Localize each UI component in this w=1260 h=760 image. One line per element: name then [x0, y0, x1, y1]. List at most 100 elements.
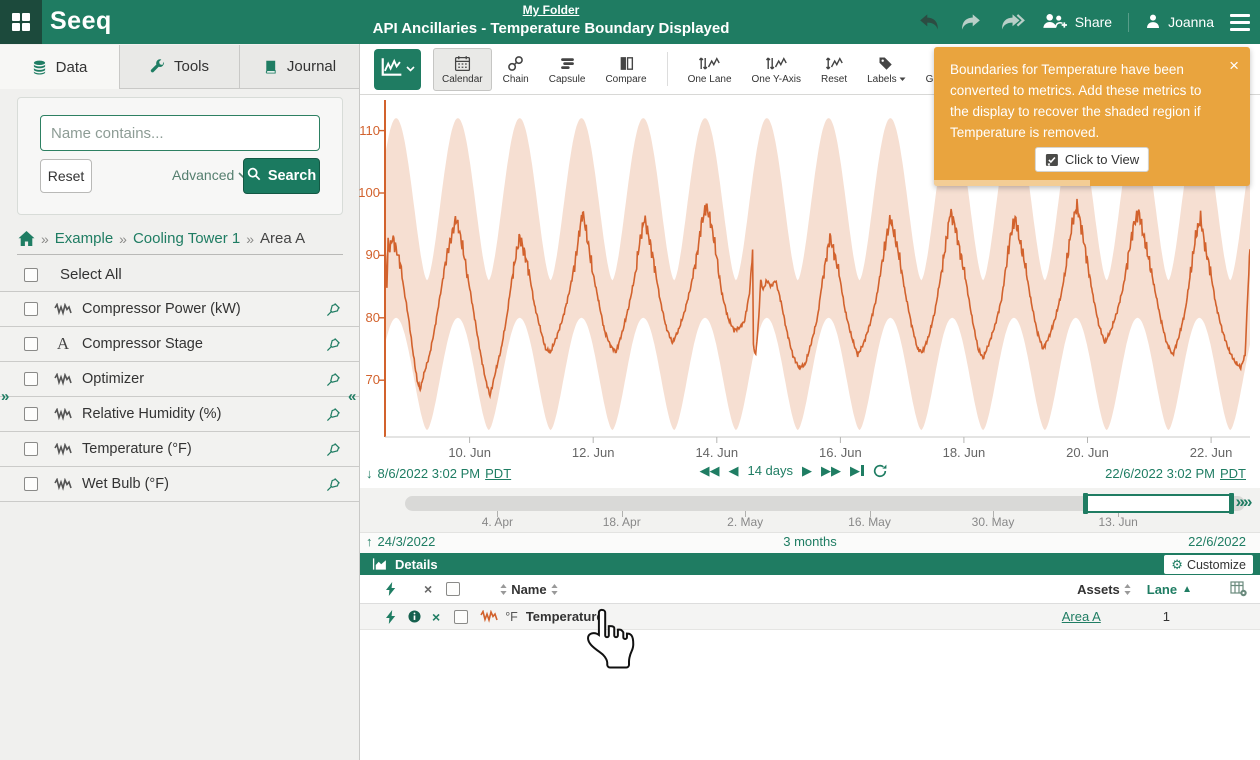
breadcrumb-link[interactable]: Cooling Tower 1	[133, 230, 240, 247]
column-name[interactable]: Name	[511, 582, 546, 597]
forward-icon[interactable]	[998, 13, 1026, 32]
user-menu[interactable]: Joanna	[1128, 13, 1214, 32]
pin-icon[interactable]	[326, 302, 341, 317]
hand-cursor	[578, 606, 636, 672]
signal-row[interactable]: Temperature (°F)	[0, 432, 359, 467]
asset-link[interactable]: Area A	[1062, 609, 1101, 624]
sort-icon[interactable]	[551, 584, 558, 595]
signal-row[interactable]: Optimizer	[0, 362, 359, 397]
tab-data[interactable]: Data	[0, 45, 120, 89]
breadcrumb-link[interactable]: Example	[55, 230, 113, 247]
sort-asc-icon[interactable]: ▲	[1182, 584, 1192, 595]
undo-icon[interactable]	[918, 13, 942, 32]
click-to-view-button[interactable]: Click to View	[1035, 147, 1149, 172]
search-input[interactable]	[40, 115, 320, 151]
signal-checkbox[interactable]	[24, 442, 38, 456]
step-forward-fast-icon[interactable]: ▶▶	[821, 464, 841, 477]
signal-label: Compressor Stage	[82, 336, 203, 352]
column-lane[interactable]: Lane	[1147, 582, 1177, 597]
duration-label[interactable]: 14 days	[747, 463, 793, 478]
home-icon[interactable]	[18, 231, 35, 246]
remove-icon[interactable]: ×	[432, 610, 440, 624]
reset-button[interactable]: Reset	[812, 48, 856, 91]
pin-icon[interactable]	[326, 442, 341, 457]
select-all-rows-checkbox[interactable]	[446, 582, 460, 596]
seeq-logo[interactable]: Seeq	[50, 7, 112, 36]
signal-row[interactable]: Compressor Power (kW)	[0, 292, 359, 327]
signal-icon	[54, 303, 72, 316]
my-folder-link[interactable]: My Folder	[373, 3, 730, 17]
tab-journal[interactable]: Journal	[240, 45, 359, 89]
header-actions: Share Joanna	[918, 0, 1250, 44]
toolbar-separator	[667, 52, 668, 86]
reset-button[interactable]: Reset	[40, 159, 92, 193]
signal-checkbox[interactable]	[24, 372, 38, 386]
timezone-link[interactable]: PDT	[485, 466, 511, 481]
capsule-button[interactable]: Capsule	[540, 48, 595, 91]
columns-icon[interactable]	[1230, 581, 1248, 597]
signal-checkbox[interactable]	[24, 302, 38, 316]
step-back-fast-icon[interactable]: ◀◀	[699, 464, 719, 477]
lightning-icon[interactable]	[386, 582, 396, 596]
one-y-axis-button[interactable]: One Y-Axis	[743, 48, 810, 91]
signal-row[interactable]: Wet Bulb (°F)	[0, 467, 359, 502]
tab-tools[interactable]: Tools	[120, 45, 240, 89]
slider-end-icon[interactable]: »»	[1236, 492, 1251, 512]
remove-all-icon[interactable]: ×	[424, 582, 432, 596]
database-icon	[32, 60, 47, 75]
redo-icon[interactable]	[958, 13, 982, 32]
close-icon[interactable]: ×	[1229, 56, 1239, 76]
x-tick-label: 14. Jun	[677, 445, 757, 460]
customize-button[interactable]: ⚙ Customize	[1164, 555, 1253, 574]
pin-icon[interactable]	[326, 337, 341, 352]
collapse-panel-chevron[interactable]: «	[348, 388, 356, 405]
breadcrumb-separator: »	[246, 231, 254, 247]
sort-icon[interactable]	[500, 584, 507, 595]
labels-button[interactable]: Labels	[858, 48, 914, 91]
lightning-icon[interactable]	[386, 610, 396, 624]
breadcrumb-separator: »	[119, 231, 127, 247]
view-selector-button[interactable]	[374, 49, 421, 90]
app-grid-button[interactable]	[0, 0, 42, 44]
share-button[interactable]: Share	[1042, 12, 1112, 33]
timezone-link[interactable]: PDT	[1220, 466, 1246, 481]
details-table-row[interactable]: × °F Temperature Area A 1	[360, 604, 1260, 630]
select-all-checkbox[interactable]	[24, 268, 38, 282]
step-forward-icon[interactable]: ▶	[802, 464, 812, 477]
range-selection-window[interactable]	[1085, 494, 1231, 513]
compare-button[interactable]: Compare	[596, 48, 655, 91]
column-assets[interactable]: Assets	[1077, 582, 1120, 597]
investigate-range-duration[interactable]: 3 months	[783, 534, 836, 549]
signal-row[interactable]: Relative Humidity (%)	[0, 397, 359, 432]
capsule-icon	[559, 55, 576, 72]
row-checkbox[interactable]	[454, 610, 468, 624]
signal-checkbox[interactable]	[24, 337, 38, 351]
step-to-end-icon[interactable]: ▶	[850, 464, 864, 477]
pin-icon[interactable]	[326, 372, 341, 387]
sort-icon[interactable]	[1124, 584, 1131, 595]
signal-checkbox[interactable]	[24, 477, 38, 491]
hamburger-menu-icon[interactable]	[1230, 14, 1250, 31]
one-lane-button[interactable]: One Lane	[679, 48, 741, 91]
pin-icon[interactable]	[326, 407, 341, 422]
reset-icon	[825, 55, 844, 72]
refresh-icon[interactable]	[873, 464, 887, 478]
signal-row[interactable]: A Compressor Stage	[0, 327, 359, 362]
info-icon[interactable]	[408, 610, 421, 623]
share-icon	[1042, 12, 1068, 33]
range-handle-right[interactable]	[1229, 493, 1234, 514]
chain-button[interactable]: Chain	[494, 48, 538, 91]
expand-panel-chevron[interactable]: »	[1, 388, 9, 405]
chevron-down-icon	[406, 66, 415, 72]
calendar-button[interactable]: Calendar	[433, 48, 492, 91]
range-handle-left[interactable]	[1083, 493, 1088, 514]
worksheet-title: API Ancillaries - Temperature Boundary D…	[373, 20, 730, 37]
x-tick-label: 16. Jun	[800, 445, 880, 460]
pin-icon[interactable]	[326, 477, 341, 492]
search-button[interactable]: Search	[243, 158, 320, 194]
signal-checkbox[interactable]	[24, 407, 38, 421]
advanced-dropdown[interactable]: Advanced	[172, 167, 248, 183]
step-back-icon[interactable]: ◀	[728, 464, 738, 477]
range-tick-label: 16. May	[835, 515, 905, 529]
time-step-controls: ◀◀ ◀ 14 days ▶ ▶▶ ▶	[688, 463, 898, 478]
